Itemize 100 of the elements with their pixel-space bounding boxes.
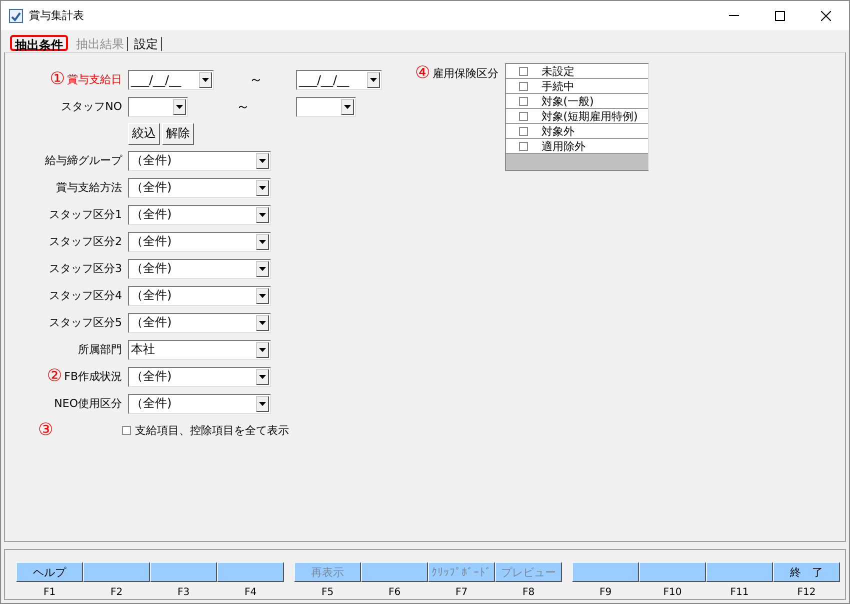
checklist-item[interactable]: 対象(短期雇用特例) [506,109,648,124]
caret-icon [259,212,266,216]
dropdown-arrow-button[interactable] [256,180,269,196]
staff-no-dropdown[interactable] [128,96,188,116]
field-label: スタッフ区分5 [49,315,122,330]
dropdown-arrow-button[interactable] [256,234,269,250]
key-label: F7 [455,587,468,598]
caret-icon [370,78,377,82]
dropdown-arrow-button[interactable] [256,206,269,222]
staff-no-dropdown[interactable] [296,96,356,116]
dropdown-arrow-button[interactable] [256,368,269,384]
dropdown-arrow-button[interactable] [341,98,354,114]
dropdown-arrow-button[interactable] [256,314,269,330]
caret-icon [259,348,266,352]
caret-icon [344,104,351,108]
filter-button[interactable]: 解除 [162,122,194,144]
field-label: スタッフNO [61,99,122,114]
dropdown-arrow-button[interactable] [199,72,212,88]
function-key-button[interactable] [706,562,773,582]
dropdown-arrow-button[interactable] [256,396,269,412]
tab[interactable]: 抽出条件 [10,35,68,51]
dropdown[interactable]: （全件) [128,178,271,198]
item-label: 対象(一般) [541,94,594,108]
key-label: F10 [663,587,682,598]
app-icon [9,8,23,22]
key-label: F9 [599,587,612,598]
dropdown[interactable]: （全件) [128,150,271,170]
function-key-button[interactable] [217,562,284,582]
dropdown-arrow-button[interactable] [256,260,269,276]
caret-icon [259,294,266,298]
range-separator: ～ [235,98,251,116]
dropdown-arrow-button[interactable] [256,342,269,358]
checklist-item[interactable]: 対象外 [506,124,648,139]
dropdown[interactable]: （全件) [128,394,271,414]
dropdown[interactable]: 本社 [128,340,271,360]
checkbox[interactable] [519,142,528,150]
dropdown-arrow-button[interactable] [173,98,186,114]
dropdown[interactable]: （全件) [128,366,271,386]
field-label: スタッフ区分2 [49,234,122,249]
date-field[interactable]: ___/__/__ [296,70,382,90]
field-label: NEO使用区分 [54,396,122,411]
dropdown-arrow-button[interactable] [256,288,269,304]
item-label: 対象外 [541,124,574,138]
dropdown[interactable]: （全件) [128,286,271,306]
checkbox[interactable] [519,82,528,90]
dropdown[interactable]: （全件) [128,204,271,224]
caret-icon [259,186,266,190]
function-key-button[interactable] [150,562,217,582]
caret-icon [259,402,266,406]
dropdown[interactable]: （全件) [128,232,271,252]
checkbox[interactable] [519,66,528,76]
checkbox[interactable] [122,426,131,435]
marker-label: ② [46,368,62,385]
caret-icon [259,320,266,324]
key-label: F11 [730,587,749,598]
checkbox[interactable] [519,96,528,106]
function-key-button[interactable] [361,562,428,582]
checkbox[interactable] [519,112,528,120]
item-label: 手続中 [541,78,574,94]
key-label: F1 [43,587,56,598]
dropdown[interactable]: （全件) [128,312,271,332]
function-key-button[interactable]: 終 了 [773,562,840,582]
close-icon [821,10,831,20]
key-label: F5 [321,587,334,598]
checklist-item[interactable]: 対象(一般) [506,94,648,109]
field-label: FB作成状況 [64,369,122,384]
tab[interactable]: 設定 [131,37,162,51]
dropdown-arrow-button[interactable] [256,152,269,168]
date-field[interactable]: ___/__/__ [128,70,214,90]
item-label: 対象(短期雇用特例) [541,108,638,124]
key-label: F12 [797,587,816,598]
field-label: 賞与支給方法 [56,180,122,195]
caret-icon [259,240,266,244]
checklist-item[interactable]: 適用除外 [506,139,648,154]
field-label: スタッフ区分1 [49,207,122,222]
caret-icon [259,266,266,270]
window-title: 賞与集計表 [29,8,85,23]
filter-button[interactable]: 絞込 [128,122,160,144]
key-label: F3 [177,587,190,598]
function-key-button[interactable] [572,562,639,582]
marker-label: ③ [37,422,54,439]
minimize-icon [729,15,739,16]
marker-label: ① [50,71,65,88]
marker-label: ④ [415,65,430,82]
field-label: 所属部門 [78,342,122,357]
key-label: F8 [522,587,535,598]
checklist-item[interactable]: 未設定 [506,64,648,79]
dropdown[interactable]: （全件) [128,258,271,278]
caret-icon [259,158,266,162]
function-key-button[interactable] [639,562,706,582]
checklist-item[interactable]: 手続中 [506,79,648,94]
caret-icon [176,104,183,108]
checkbox[interactable] [519,126,528,136]
function-key-button[interactable]: ヘルプ [16,562,83,582]
field-label: 給与締グループ [45,153,122,168]
field-label: 雇用保険区分 [432,66,498,81]
dropdown-arrow-button[interactable] [367,72,380,88]
function-key-button[interactable] [83,562,150,582]
field-label: スタッフ区分3 [49,261,122,276]
item-label: 適用除外 [541,138,586,154]
